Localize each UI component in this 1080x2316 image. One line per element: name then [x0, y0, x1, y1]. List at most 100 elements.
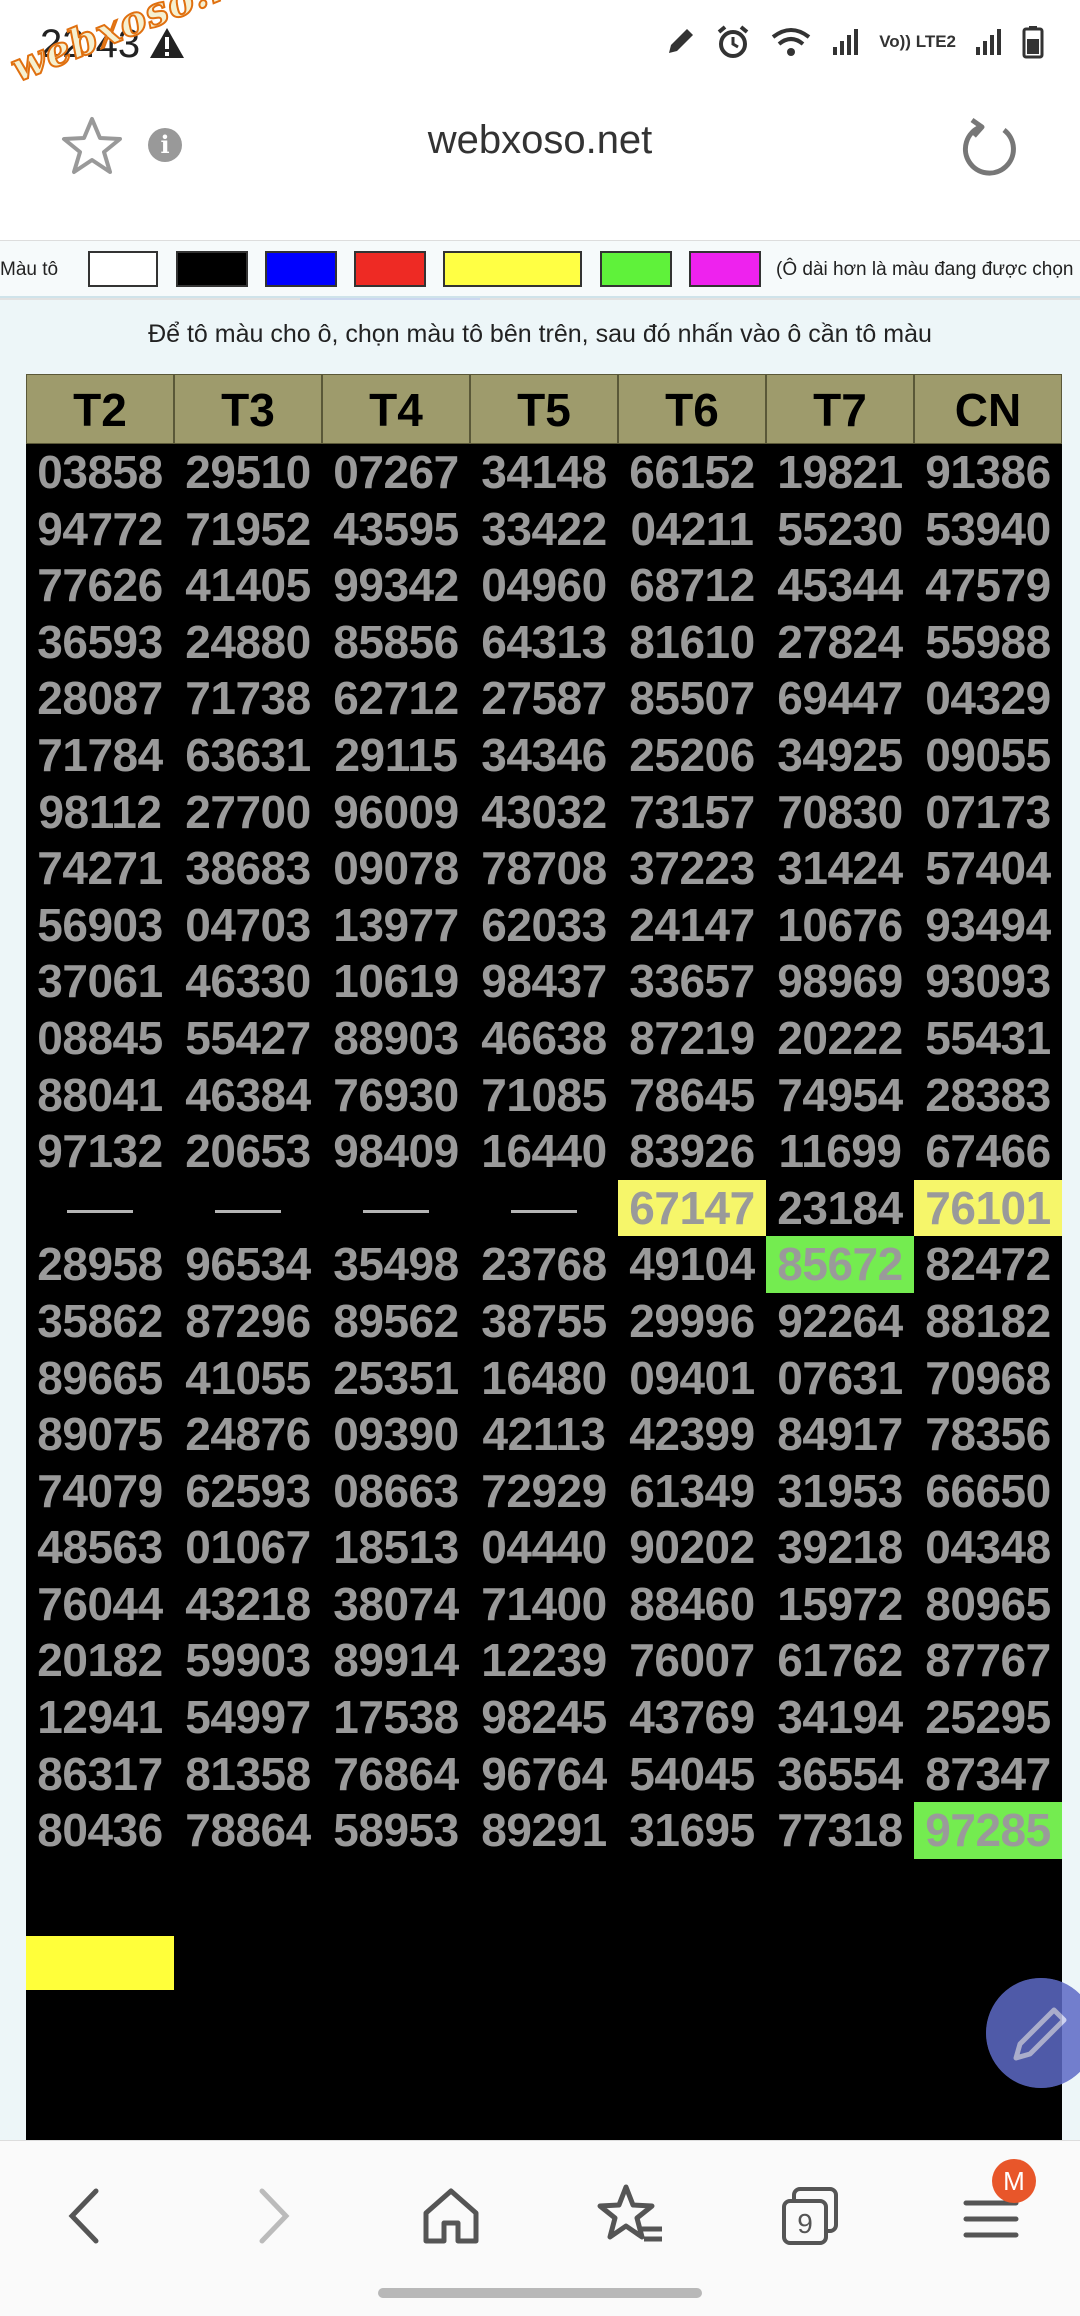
number-cell[interactable]: 09390 — [322, 1406, 470, 1463]
number-cell[interactable]: 67147 — [618, 1179, 766, 1237]
number-cell[interactable]: 04329 — [914, 670, 1062, 727]
number-cell[interactable]: 81610 — [618, 614, 766, 671]
number-cell[interactable]: 04440 — [470, 1519, 618, 1576]
number-cell[interactable]: 78864 — [174, 1802, 322, 1859]
number-cell[interactable]: 48563 — [26, 1519, 174, 1576]
number-cell[interactable]: 88182 — [914, 1293, 1062, 1350]
tabs-icon[interactable]: 9 — [776, 2181, 846, 2251]
number-cell[interactable] — [174, 1180, 322, 1237]
number-cell[interactable]: 27587 — [470, 670, 618, 727]
number-cell[interactable]: 43218 — [174, 1576, 322, 1633]
number-cell[interactable]: 63631 — [174, 727, 322, 784]
number-cell[interactable]: 90202 — [618, 1519, 766, 1576]
number-cell[interactable]: 07631 — [766, 1350, 914, 1407]
yellow-marked-cell[interactable] — [26, 1936, 174, 1990]
number-cell[interactable]: 66650 — [914, 1463, 1062, 1520]
number-cell[interactable]: 20653 — [174, 1123, 322, 1180]
number-cell[interactable]: 78356 — [914, 1406, 1062, 1463]
reload-icon[interactable] — [958, 116, 1022, 180]
number-cell[interactable]: 85507 — [618, 670, 766, 727]
number-cell[interactable] — [26, 1180, 174, 1237]
number-cell[interactable]: 57404 — [914, 840, 1062, 897]
swatch-yellow-selected[interactable] — [443, 251, 582, 287]
number-cell[interactable]: 45344 — [766, 557, 914, 614]
number-cell[interactable]: 55427 — [174, 1010, 322, 1067]
number-cell[interactable]: 25206 — [618, 727, 766, 784]
number-cell[interactable]: 89291 — [470, 1802, 618, 1859]
number-cell[interactable]: 43032 — [470, 784, 618, 841]
swatch-white[interactable] — [88, 251, 158, 287]
number-cell[interactable]: 71738 — [174, 670, 322, 727]
number-cell[interactable]: 24147 — [618, 897, 766, 954]
number-cell[interactable]: 93494 — [914, 897, 1062, 954]
number-cell[interactable]: 71952 — [174, 501, 322, 558]
number-cell[interactable]: 94772 — [26, 501, 174, 558]
number-cell[interactable]: 29510 — [174, 444, 322, 501]
number-cell[interactable]: 34346 — [470, 727, 618, 784]
number-cell[interactable]: 23184 — [766, 1180, 914, 1237]
number-cell[interactable]: 09055 — [914, 727, 1062, 784]
number-cell[interactable]: 43595 — [322, 501, 470, 558]
number-cell[interactable]: 58953 — [322, 1802, 470, 1859]
number-cell[interactable]: 15972 — [766, 1576, 914, 1633]
number-cell[interactable]: 97132 — [26, 1123, 174, 1180]
number-cell[interactable]: 31953 — [766, 1463, 914, 1520]
number-cell[interactable]: 74271 — [26, 840, 174, 897]
number-cell[interactable]: 37223 — [618, 840, 766, 897]
swatch-red[interactable] — [354, 251, 426, 287]
number-cell[interactable]: 64313 — [470, 614, 618, 671]
number-cell[interactable]: 78645 — [618, 1067, 766, 1124]
bookmarks-star-icon[interactable] — [596, 2181, 666, 2251]
number-cell[interactable]: 91386 — [914, 444, 1062, 501]
number-cell[interactable]: 17538 — [322, 1689, 470, 1746]
number-cell[interactable]: 10619 — [322, 953, 470, 1010]
number-cell[interactable]: 71784 — [26, 727, 174, 784]
number-cell[interactable]: 33422 — [470, 501, 618, 558]
number-cell[interactable]: 36593 — [26, 614, 174, 671]
number-cell[interactable]: 16480 — [470, 1350, 618, 1407]
number-cell[interactable]: 97285 — [914, 1802, 1062, 1859]
number-cell[interactable]: 87347 — [914, 1746, 1062, 1803]
number-cell[interactable]: 18513 — [322, 1519, 470, 1576]
number-cell[interactable]: 35498 — [322, 1236, 470, 1293]
swatch-magenta[interactable] — [689, 251, 761, 287]
number-cell[interactable] — [470, 1180, 618, 1237]
number-cell[interactable]: 46638 — [470, 1010, 618, 1067]
number-cell[interactable]: 35862 — [26, 1293, 174, 1350]
number-cell[interactable]: 98969 — [766, 953, 914, 1010]
number-cell[interactable]: 24876 — [174, 1406, 322, 1463]
number-cell[interactable]: 07173 — [914, 784, 1062, 841]
number-cell[interactable]: 88460 — [618, 1576, 766, 1633]
swatch-black[interactable] — [176, 251, 248, 287]
number-cell[interactable]: 89075 — [26, 1406, 174, 1463]
number-cell[interactable]: 54997 — [174, 1689, 322, 1746]
number-cell[interactable]: 08663 — [322, 1463, 470, 1520]
number-cell[interactable]: 74079 — [26, 1463, 174, 1520]
number-cell[interactable]: 29115 — [322, 727, 470, 784]
number-cell[interactable]: 28383 — [914, 1067, 1062, 1124]
number-cell[interactable]: 42113 — [470, 1406, 618, 1463]
number-cell[interactable]: 34194 — [766, 1689, 914, 1746]
number-cell[interactable]: 96534 — [174, 1236, 322, 1293]
number-cell[interactable]: 46384 — [174, 1067, 322, 1124]
number-cell[interactable]: 47579 — [914, 557, 1062, 614]
number-cell[interactable]: 76044 — [26, 1576, 174, 1633]
number-cell[interactable]: 83926 — [618, 1123, 766, 1180]
number-cell[interactable]: 20182 — [26, 1632, 174, 1689]
number-cell[interactable]: 01067 — [174, 1519, 322, 1576]
number-cell[interactable]: 39218 — [766, 1519, 914, 1576]
number-cell[interactable]: 29996 — [618, 1293, 766, 1350]
gesture-bar[interactable] — [378, 2288, 702, 2298]
back-icon[interactable] — [52, 2181, 122, 2251]
number-cell[interactable]: 36554 — [766, 1746, 914, 1803]
number-cell[interactable]: 77318 — [766, 1802, 914, 1859]
swatch-blue[interactable] — [265, 251, 337, 287]
number-cell[interactable]: 76007 — [618, 1632, 766, 1689]
number-cell[interactable]: 09078 — [322, 840, 470, 897]
number-cell[interactable]: 87296 — [174, 1293, 322, 1350]
number-cell[interactable]: 71085 — [470, 1067, 618, 1124]
number-cell[interactable]: 55988 — [914, 614, 1062, 671]
number-cell[interactable]: 82472 — [914, 1236, 1062, 1293]
number-cell[interactable]: 23768 — [470, 1236, 618, 1293]
number-cell[interactable]: 62593 — [174, 1463, 322, 1520]
